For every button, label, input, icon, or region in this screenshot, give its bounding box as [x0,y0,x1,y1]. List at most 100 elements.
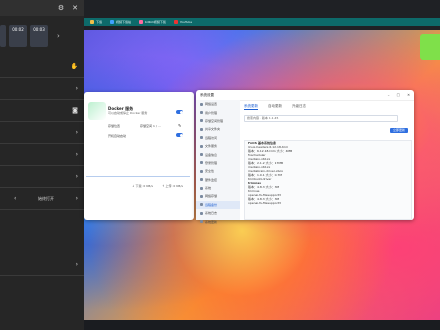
bookmark-item[interactable]: 下载 [90,20,102,24]
bookmark-item[interactable]: 视频下载站 [110,20,131,24]
panel-header: ⚙ ✕ [0,0,84,16]
gear-icon[interactable]: ⚙ [58,4,64,12]
panel-row[interactable]: ✋ [0,56,84,78]
menu-icon [200,203,203,207]
site-icon [139,20,144,24]
version-field[interactable]: 搜索内容 · 版本 1.1.45 [244,115,398,122]
sidebar-item-label: 系统日志 [205,211,218,216]
app-tile[interactable] [420,34,440,60]
menu-icon [200,102,203,106]
sidebar-item-label: 安全性 [205,169,215,174]
tab-update-log[interactable]: 升级日志 [292,104,306,110]
docker-service-toggle[interactable] [176,110,183,114]
sidebar-item-label: 远程备份 [205,202,218,207]
tab-bar: 系统更新 自动更新 升级日志 [244,102,410,110]
bookmarks-bar: 下载 视频下载站 bilibili视频下载 YouTube [84,18,440,26]
camera-icon: ◙ [72,107,78,114]
settings-sidebar: 网络设置 用户管理存储空间管理 共享文件夹远程访问文件服务设备信息登录管理安全性硬件… [196,100,240,224]
sidebar-item[interactable]: 用户管理 [196,108,240,116]
sidebar-item[interactable]: 远程访问 [196,134,240,142]
chevron-right-icon[interactable]: › [57,32,60,40]
thumbnail[interactable]: 00:02 [9,25,27,47]
sidebar-item-label: 系统 [205,186,212,191]
menu-icon [200,178,203,182]
upload-speed: ↑ 上传: 0 KB/s [162,184,183,188]
chevron-right-icon: › [75,261,78,268]
sidebar-item-label: 登录管理 [205,160,218,165]
sidebar-item[interactable]: 系统更新 [196,217,240,225]
sidebar-item-label: 文件服务 [205,144,218,149]
update-info-panel: FnOS 基本系统信息 linux-headers 6.12.18-trim 版本：… [244,140,412,220]
sidebar-item[interactable]: 网络存储 [196,192,240,200]
thumbnail-strip: 00:02 00:03 › [0,16,84,56]
sidebar-item-label: 存储空间管理 [205,118,224,123]
autostart-label: 开机自动启动 [108,134,127,138]
panel-row[interactable]: › [0,78,84,100]
docker-subtitle: 可以启动或停止 Docker 服务 [108,111,148,115]
bookmark-item[interactable]: bilibili视频下载 [139,20,166,24]
menu-icon [200,211,203,215]
menu-icon [200,220,203,224]
menu-icon [200,127,203,131]
chevron-left-icon[interactable]: ‹ [14,195,16,202]
tab-system-update[interactable]: 系统更新 [244,104,258,110]
site-icon [110,20,115,24]
minimize-icon[interactable]: – [388,93,390,97]
thumbnail[interactable] [0,25,6,47]
panel-row[interactable]: ◙ [0,100,84,122]
menu-icon [200,136,203,140]
window-title: 系统设置 [200,92,214,97]
sidebar-item[interactable]: 设备信息 [196,150,240,158]
traffic-line [86,176,190,177]
menu-icon [200,153,203,157]
sidebar-item[interactable]: 系统 [196,184,240,192]
sidebar-item[interactable]: 网络设置 [196,100,240,108]
sidebar-item-label: 远程访问 [205,135,218,140]
menu-icon [200,111,203,115]
sidebar-item[interactable]: 登录管理 [196,159,240,167]
menu-icon [200,169,203,173]
chevron-right-icon: › [75,173,78,180]
storage-location-label: 存储位置 [108,124,121,128]
chevron-right-icon[interactable]: › [76,195,78,202]
folder-icon [90,20,94,24]
sidebar-item[interactable]: 系统日志 [196,209,240,217]
bookmark-item[interactable]: YouTube [173,20,192,24]
sidebar-item[interactable]: 共享文件夹 [196,125,240,133]
close-icon[interactable]: ✕ [407,93,410,97]
sidebar-item[interactable]: 存储空间管理 [196,117,240,125]
panel-row[interactable]: › [0,254,84,276]
update-now-button[interactable]: 立即更新 [389,128,408,133]
menu-icon [200,186,203,190]
sidebar-item[interactable]: 硬件监控 [196,176,240,184]
youtube-icon [173,20,178,24]
menu-icon [200,194,203,198]
storage-location-select[interactable]: 存储空间 1 / ... [140,124,161,128]
cursor-icon: ✋ [70,63,78,70]
menu-icon [200,119,203,123]
sidebar-item-label: 系统更新 [205,219,218,224]
sidebar-item-label: 硬件监控 [205,177,218,182]
maximize-icon[interactable]: □ [397,93,400,97]
window-controls: – □ ✕ [382,93,410,97]
sidebar-item-label: 网络存储 [205,194,218,199]
panel-row[interactable]: › [0,166,84,188]
tab-auto-update[interactable]: 自动更新 [268,104,282,110]
panel-row[interactable]: › [0,122,84,144]
taskbar [84,320,440,330]
settings-window: 系统设置 – □ ✕ 网络设置 用户管理存储空间管理 共享文件夹远程访问文件服务设备… [196,90,414,224]
edit-icon[interactable]: ✎ [178,123,181,128]
sidebar-item[interactable]: 远程备份 [196,200,240,210]
sidebar-item[interactable]: 文件服务 [196,142,240,150]
sidebar-item[interactable]: 安全性 [196,167,240,175]
thumbnail[interactable]: 00:03 [30,25,48,47]
sidebar-item-label: 共享文件夹 [205,127,221,132]
info-line: openai-fs-filesupport3 [248,201,281,205]
chevron-right-icon: › [75,151,78,158]
close-icon[interactable]: ✕ [72,4,78,12]
side-panel: ⚙ ✕ 00:02 00:03 › ✋ › ◙ › › › ‹ 始终打开 › › [0,0,84,330]
panel-row[interactable]: › [0,144,84,166]
autostart-toggle[interactable] [176,133,183,137]
sidebar-item-label: 设备信息 [205,152,218,157]
open-mode-row[interactable]: ‹ 始终打开 › [0,188,84,210]
